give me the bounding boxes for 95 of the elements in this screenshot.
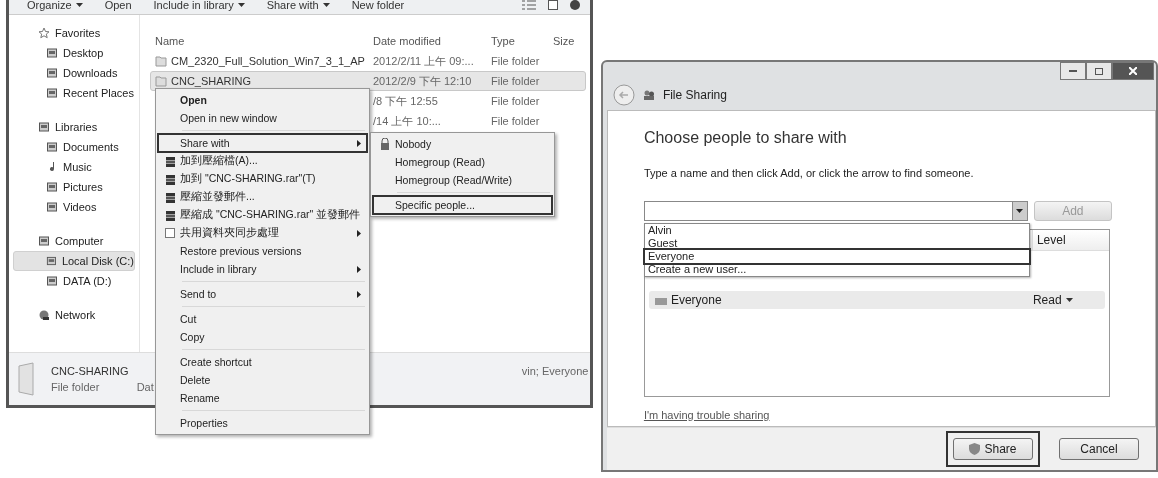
menu-item[interactable]: Restore previous versions	[158, 242, 367, 260]
menu-item[interactable]: 壓縮並發郵件...	[158, 188, 367, 206]
type-cell: File folder	[491, 95, 540, 107]
type-cell: File folder	[491, 55, 540, 67]
shield-icon	[969, 443, 981, 455]
caret-icon	[1065, 298, 1073, 302]
minimize-button[interactable]	[1060, 62, 1086, 80]
submenu-arrow-icon	[357, 265, 361, 273]
share-button[interactable]: Share	[953, 438, 1033, 460]
dropdown-option[interactable]: Guest	[644, 237, 1029, 250]
menu-item[interactable]: Open in new window	[158, 109, 367, 127]
date-cell: /14 上午 10:...	[373, 113, 441, 129]
dropdown-option[interactable]: Everyone	[644, 250, 1029, 263]
column-header[interactable]: Date modified	[369, 35, 487, 47]
menu-item[interactable]: 共用資料夾同步處理	[158, 224, 367, 242]
permission-dropdown[interactable]: Read	[1032, 293, 1105, 307]
type-cell: File folder	[491, 75, 540, 87]
lock-icon	[380, 138, 390, 150]
menu-item[interactable]: Send to	[158, 285, 367, 303]
sidebar-item[interactable]: Network	[13, 305, 135, 325]
submenu-arrow-icon	[357, 229, 361, 237]
table-row[interactable]: Everyone Read	[648, 291, 1105, 309]
menu-item[interactable]: Open	[158, 91, 367, 109]
sidebar-item[interactable]: Documents	[13, 137, 135, 157]
submenu-arrow-icon	[357, 290, 361, 298]
column-header[interactable]: Level	[1031, 230, 1109, 250]
user-name: Everyone	[670, 293, 722, 307]
menu-item[interactable]: Rename	[158, 389, 367, 407]
date-cell: 2012/2/9 下午 12:10	[373, 73, 472, 89]
column-header[interactable]: Type	[487, 35, 549, 47]
toolbar-button[interactable]: Share with	[266, 0, 330, 11]
status-label: Dat	[136, 381, 154, 393]
menu-item[interactable]: 壓縮成 "CNC-SHARING.rar" 並發郵件	[158, 206, 367, 224]
sidebar-item[interactable]: Local Disk (C:)	[13, 251, 135, 271]
cancel-button[interactable]: Cancel	[1059, 438, 1139, 460]
close-button[interactable]	[1112, 62, 1154, 80]
close-icon	[1129, 67, 1137, 75]
sidebar-item[interactable]: Desktop	[13, 43, 135, 63]
folder-icon	[155, 55, 167, 67]
menu-item[interactable]: Copy	[158, 328, 367, 346]
window-title: File Sharing	[662, 88, 727, 102]
menu-item[interactable]: Homegroup (Read/Write)	[373, 171, 553, 189]
minimize-icon	[1069, 69, 1077, 73]
dropdown-arrow-button[interactable]	[1011, 202, 1027, 220]
menu-item[interactable]: Cut	[158, 310, 367, 328]
sidebar-item[interactable]: Recent Places	[13, 83, 135, 103]
pane-icon[interactable]	[547, 0, 558, 10]
date-cell: 2012/2/11 上午 09:...	[373, 53, 474, 69]
menu-item[interactable]: Specific people...	[373, 196, 553, 214]
help-link[interactable]: I'm having trouble sharing	[643, 409, 770, 421]
type-cell: File folder	[491, 115, 540, 127]
toolbar-button[interactable]: Organize	[27, 0, 83, 11]
menu-item[interactable]: Delete	[158, 371, 367, 389]
sidebar-item[interactable]: Libraries	[13, 117, 135, 137]
file-row[interactable]: CNC_SHARING 2012/2/9 下午 12:10 File folder	[150, 71, 586, 91]
toolbar-button[interactable]: Include in library	[153, 0, 245, 11]
menu-item[interactable]: Homegroup (Read)	[373, 153, 553, 171]
dropdown-option[interactable]: Create a new user...	[644, 263, 1029, 276]
maximize-button[interactable]	[1086, 62, 1112, 80]
menu-item[interactable]: 加到 "CNC-SHARING.rar"(T)	[158, 170, 367, 188]
file-row[interactable]: CM_2320_Full_Solution_Win7_3_1_AP 2012/2/11 上午 09:... File folder	[150, 51, 586, 71]
sidebar-item[interactable]: Pictures	[13, 177, 135, 197]
sidebar-item[interactable]: Favorites	[13, 23, 135, 43]
menu-item[interactable]: Share with	[158, 134, 367, 152]
menu-item[interactable]: Create shortcut	[158, 353, 367, 371]
archive-icon	[164, 209, 176, 221]
menu-item[interactable]: Properties	[158, 414, 367, 432]
caret-icon	[1016, 209, 1024, 213]
column-header[interactable]: Size	[549, 35, 579, 47]
dialog-heading: Choose people to share with	[643, 129, 848, 147]
submenu-arrow-icon	[357, 139, 361, 147]
sidebar-item[interactable]: DATA (D:)	[13, 271, 135, 291]
file-name: CNC_SHARING	[171, 75, 252, 87]
file-name: CM_2320_Full_Solution_Win7_3_1_AP	[171, 55, 365, 67]
toolbar-button[interactable]: New folder	[351, 0, 405, 11]
toolbar-button[interactable]: Open	[104, 0, 132, 11]
date-cell: /8 下午 12:55	[373, 93, 438, 109]
archive-icon	[164, 155, 176, 167]
archive-icon	[164, 173, 176, 185]
column-header[interactable]: Name	[151, 35, 369, 47]
status-name: CNC-SHARING	[51, 365, 129, 377]
shared-with-text: vin; Everyone	[521, 365, 589, 377]
sidebar-item[interactable]: Downloads	[13, 63, 135, 83]
menu-item[interactable]: Nobody	[373, 135, 553, 153]
sidebar-item[interactable]: Music	[13, 157, 135, 177]
menu-item[interactable]: Include in library	[158, 260, 367, 278]
menu-item[interactable]: 加到壓縮檔(A)...	[158, 152, 367, 170]
star-icon	[38, 27, 50, 39]
archive-icon	[164, 191, 176, 203]
maximize-icon	[1095, 67, 1103, 75]
dropdown-option[interactable]: Alvin	[644, 224, 1029, 237]
sidebar-item[interactable]: Videos	[13, 197, 135, 217]
status-type: File folder	[51, 381, 101, 393]
sidebar-item[interactable]: Computer	[13, 231, 135, 251]
instruction-text: Type a name and then click Add, or click the arrow to find someone.	[643, 167, 975, 179]
